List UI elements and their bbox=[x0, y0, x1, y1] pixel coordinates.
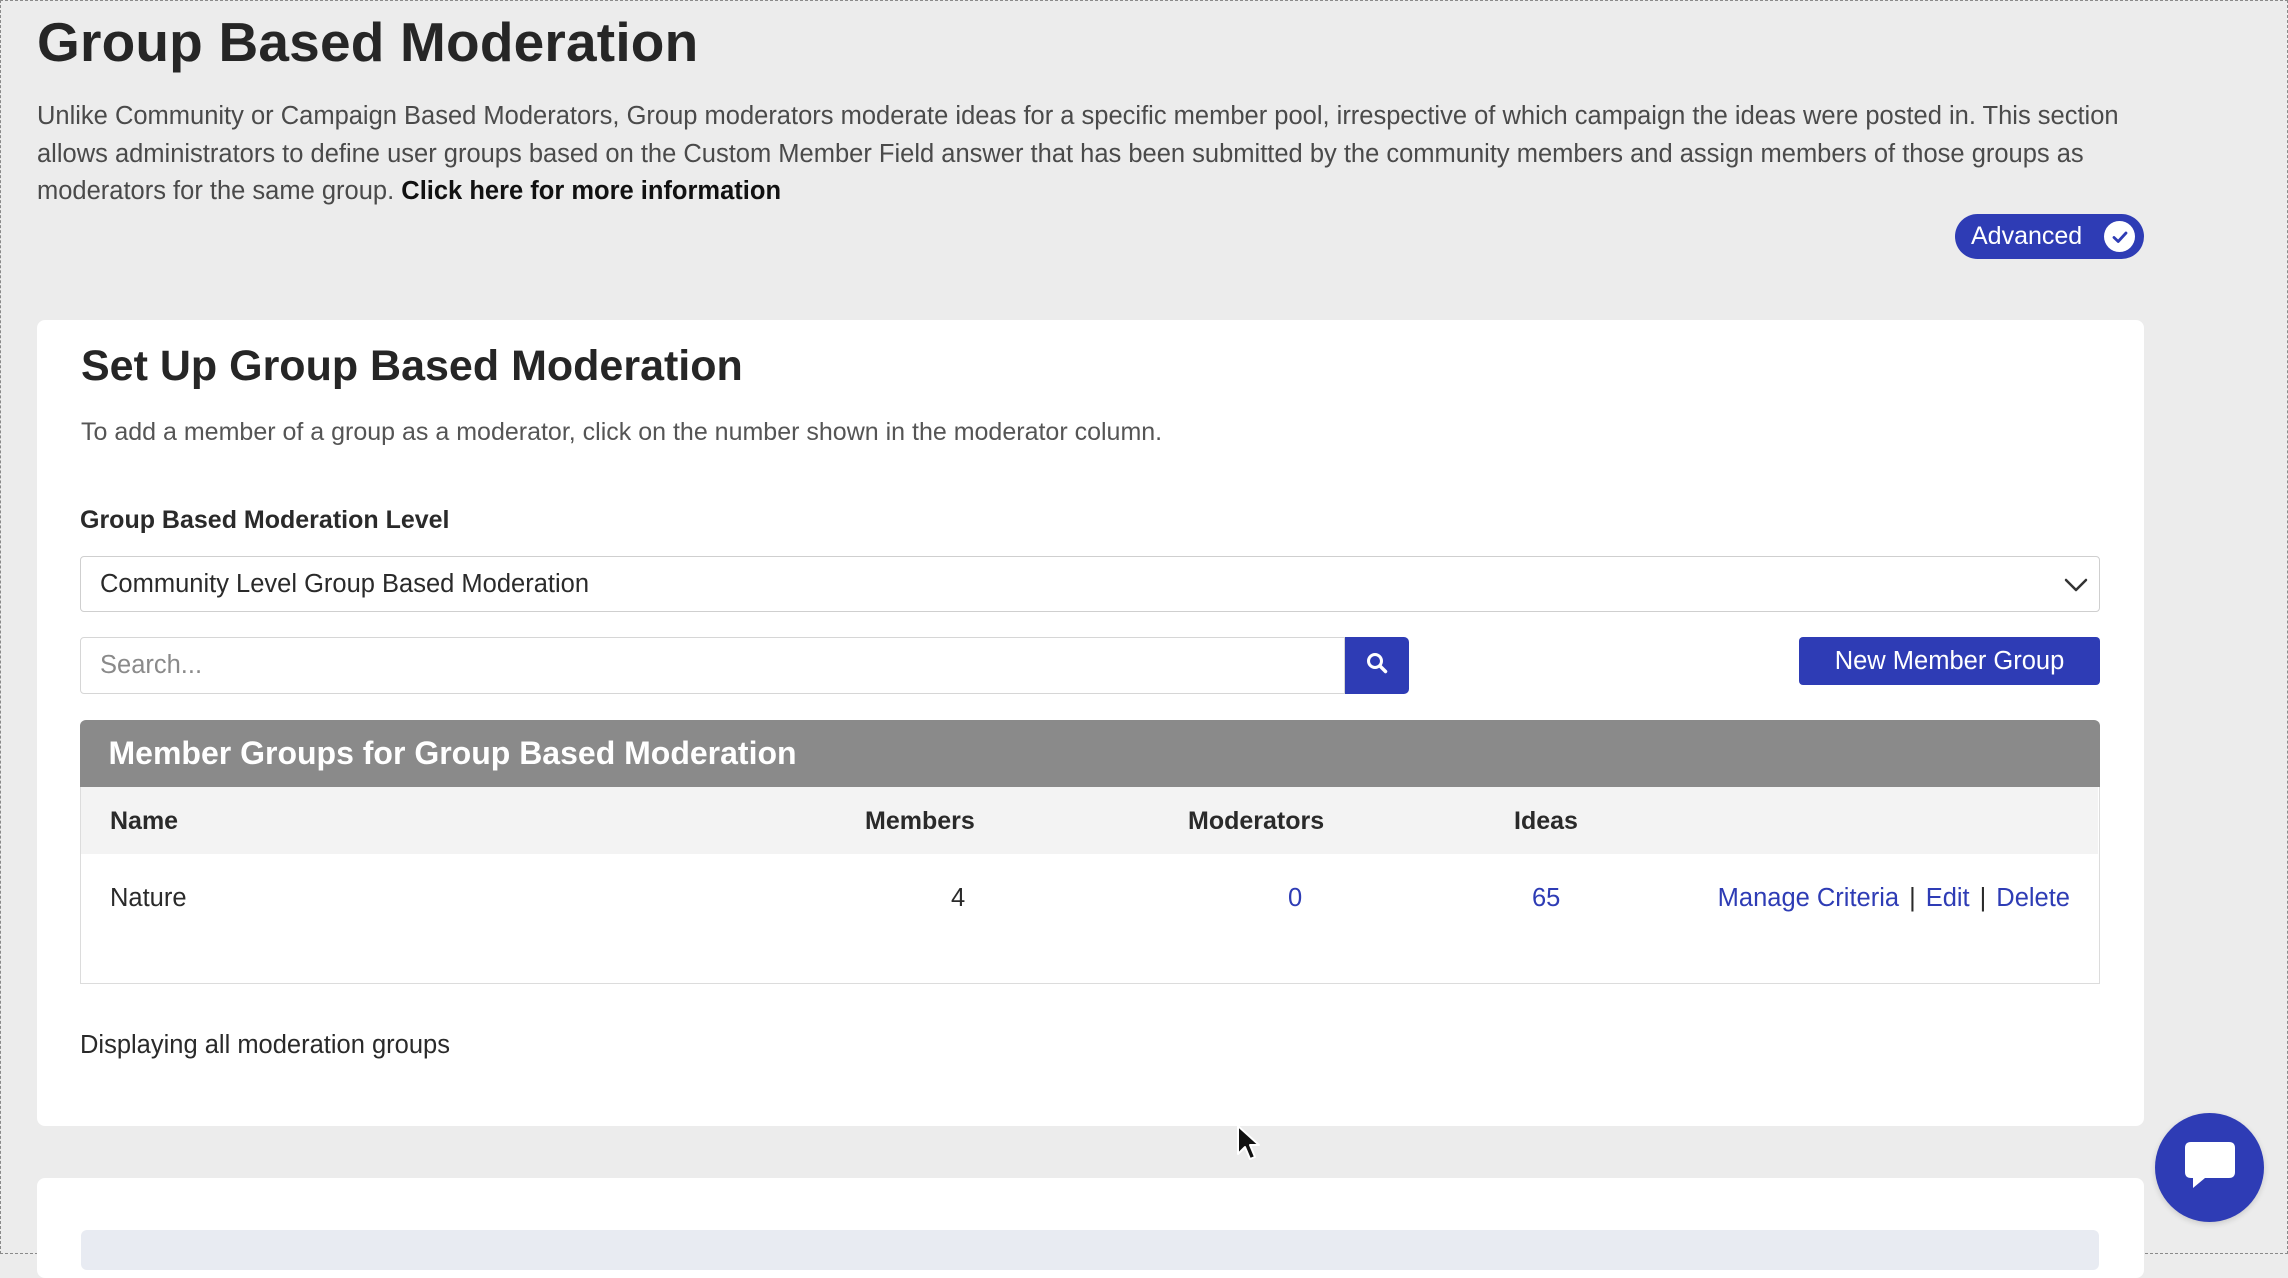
advanced-badge[interactable]: Advanced bbox=[1955, 214, 2144, 259]
page-intro: Unlike Community or Campaign Based Moder… bbox=[37, 98, 2157, 211]
mouse-cursor-icon bbox=[1236, 1124, 1262, 1167]
search-input[interactable] bbox=[80, 637, 1345, 694]
member-groups-table: Member Groups for Group Based Moderation… bbox=[79, 720, 2100, 984]
row-actions: Manage Criteria | Edit | Delete bbox=[1718, 884, 2070, 913]
intro-text: Unlike Community or Campaign Based Moder… bbox=[37, 102, 2119, 205]
moderation-level-select[interactable]: Community Level Group Based Moderation bbox=[80, 556, 2100, 612]
row-name: Nature bbox=[110, 884, 187, 912]
table-column-headers: Name Members Moderators Ideas bbox=[81, 787, 2098, 854]
chat-bubble-icon bbox=[2181, 1138, 2239, 1197]
advanced-badge-label: Advanced bbox=[1971, 222, 2083, 250]
action-separator: | bbox=[1979, 884, 1987, 912]
column-header-name: Name bbox=[110, 807, 179, 835]
row-moderators-link[interactable]: 0 bbox=[1288, 884, 1302, 913]
column-header-moderators: Moderators bbox=[1188, 807, 1325, 835]
row-members: 4 bbox=[951, 884, 966, 912]
action-separator: | bbox=[1909, 884, 1916, 912]
delete-link[interactable]: Delete bbox=[1996, 884, 2070, 913]
setup-card: Set Up Group Based Moderation To add a m… bbox=[37, 320, 2144, 1126]
moderation-level-label: Group Based Moderation Level bbox=[80, 506, 450, 534]
setup-subtitle: To add a member of a group as a moderato… bbox=[81, 418, 1163, 446]
table-row: Nature 4 0 65 Manage Criteria | Edit | D… bbox=[81, 854, 2098, 954]
table-footer-status: Displaying all moderation groups bbox=[80, 1031, 450, 1059]
edit-link[interactable]: Edit bbox=[1926, 884, 1970, 913]
new-member-group-button[interactable]: New Member Group bbox=[1799, 637, 2100, 685]
search-button[interactable] bbox=[1345, 637, 1409, 694]
setup-title: Set Up Group Based Moderation bbox=[81, 342, 743, 390]
row-ideas-link[interactable]: 65 bbox=[1532, 884, 1560, 913]
next-section-header bbox=[81, 1230, 2099, 1270]
chat-launcher-button[interactable] bbox=[2155, 1113, 2264, 1222]
check-circle-icon bbox=[2104, 221, 2135, 252]
column-header-members: Members bbox=[865, 807, 975, 835]
search-icon bbox=[1365, 651, 1389, 680]
next-section-card bbox=[37, 1178, 2144, 1278]
moderation-level-value: Community Level Group Based Moderation bbox=[100, 569, 589, 598]
column-header-ideas: Ideas bbox=[1514, 807, 1578, 835]
page-title: Group Based Moderation bbox=[37, 11, 699, 73]
more-info-link[interactable]: Click here for more information bbox=[401, 177, 781, 205]
manage-criteria-link[interactable]: Manage Criteria bbox=[1718, 884, 1899, 913]
chevron-down-icon bbox=[2061, 571, 2091, 606]
table-title: Member Groups for Group Based Moderation bbox=[79, 720, 2100, 787]
